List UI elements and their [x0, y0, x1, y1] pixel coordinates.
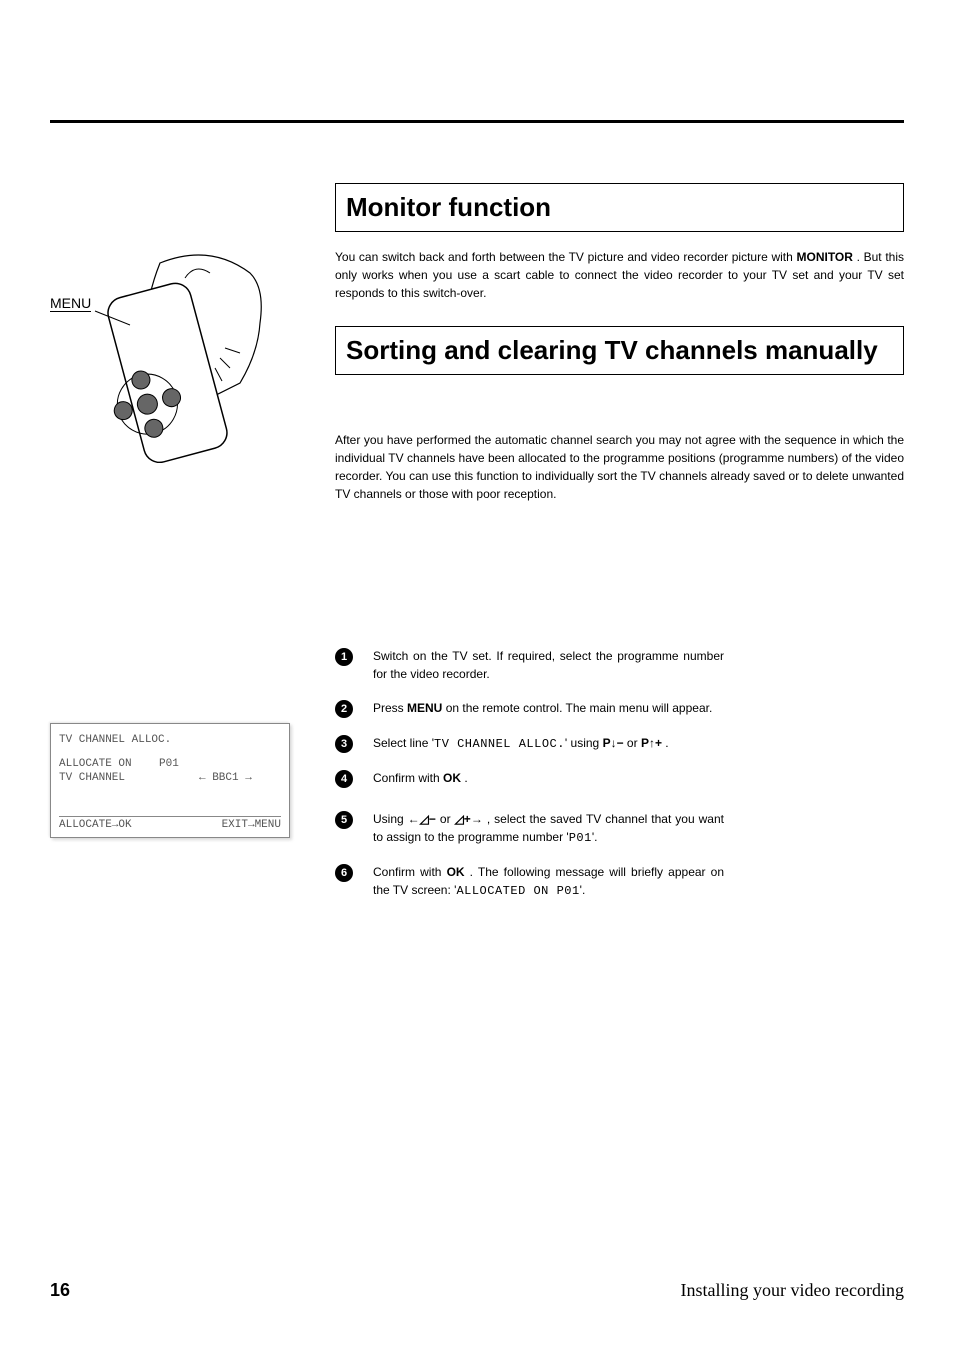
step-number-badge: 1 — [335, 648, 353, 666]
step-2: 2 Press MENU on the remote control. The … — [335, 699, 724, 718]
step-text: Press MENU on the remote control. The ma… — [373, 699, 712, 717]
section-box-sorting: Sorting and clearing TV channels manuall… — [335, 326, 904, 375]
step-1: 1 Switch on the TV set. If required, sel… — [335, 647, 724, 683]
osd-title: TV CHANNEL ALLOC. — [59, 734, 281, 746]
step-number-badge: 5 — [335, 811, 353, 829]
section-title-monitor: Monitor function — [346, 192, 893, 223]
step-number-badge: 2 — [335, 700, 353, 718]
osd-screen-box: TV CHANNEL ALLOC. ALLOCATE ON P01 TV CHA… — [50, 723, 290, 838]
right-column: Monitor function You can switch back and… — [335, 183, 904, 916]
step-text: Confirm with OK . The following message … — [373, 863, 724, 900]
step-number-badge: 3 — [335, 735, 353, 753]
step-text: Using ←◿− or ◿+→ , select the saved TV c… — [373, 810, 724, 847]
osd-row-allocate: ALLOCATE ON P01 — [59, 758, 281, 770]
remote-hand-drawing — [50, 233, 305, 463]
horizontal-rule — [50, 120, 904, 123]
remote-control-illustration: MENU — [50, 233, 305, 463]
page-footer: 16 Installing your video recording — [50, 1280, 904, 1301]
step-4: 4 Confirm with OK . — [335, 769, 724, 788]
step-5: 5 Using ←◿− or ◿+→ , select the saved TV… — [335, 810, 724, 847]
osd-divider — [59, 816, 281, 817]
section-title-sorting: Sorting and clearing TV channels manuall… — [346, 335, 893, 366]
step-text: Select line 'TV CHANNEL ALLOC.' using P↓… — [373, 734, 669, 753]
step-text: Confirm with OK . — [373, 769, 468, 787]
step-number-badge: 6 — [335, 864, 353, 882]
monitor-paragraph: You can switch back and forth between th… — [335, 248, 904, 302]
step-number-badge: 4 — [335, 770, 353, 788]
footer-title: Installing your video recording — [681, 1280, 904, 1301]
steps-list: 1 Switch on the TV set. If required, sel… — [335, 647, 904, 900]
step-6: 6 Confirm with OK . The following messag… — [335, 863, 724, 900]
sorting-paragraph: After you have performed the automatic c… — [335, 431, 904, 503]
page-number: 16 — [50, 1280, 70, 1301]
left-column: MENU — [50, 183, 305, 916]
section-box-monitor: Monitor function — [335, 183, 904, 232]
menu-callout-label: MENU — [50, 295, 91, 311]
step-text: Switch on the TV set. If required, selec… — [373, 647, 724, 683]
step-3: 3 Select line 'TV CHANNEL ALLOC.' using … — [335, 734, 724, 753]
osd-footer: ALLOCATE→OK EXIT→MENU — [59, 819, 281, 831]
osd-row-tvchannel: TV CHANNEL ← BBC1 → — [59, 772, 281, 784]
content-container: MENU — [50, 183, 904, 916]
